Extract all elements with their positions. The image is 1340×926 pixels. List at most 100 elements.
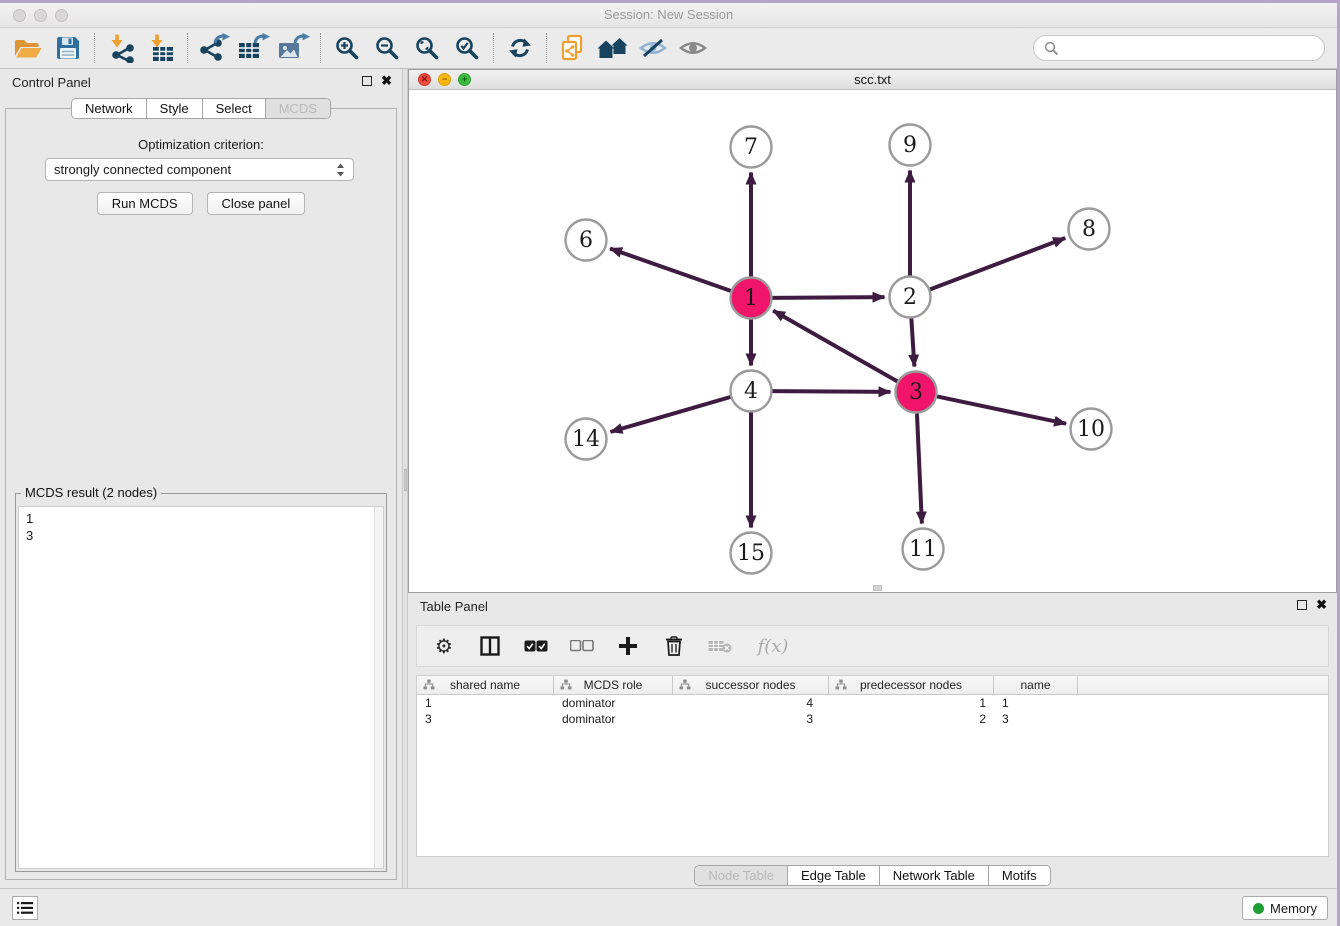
table-cell[interactable]: dominator: [554, 711, 673, 727]
close-panel-button[interactable]: Close panel: [207, 192, 306, 215]
close-panel-icon[interactable]: ✖: [381, 76, 392, 86]
select-all-columns-button[interactable]: [523, 631, 549, 661]
column-header-successor-nodes[interactable]: successor nodes: [673, 676, 829, 694]
zoom-selected-button[interactable]: [447, 31, 487, 65]
mcds-result-area[interactable]: 1 3: [18, 506, 384, 869]
hide-selected-button[interactable]: [633, 31, 673, 65]
graph-edge-3-11[interactable]: [917, 413, 922, 523]
hierarchy-icon: [835, 679, 847, 691]
export-table-button[interactable]: [234, 31, 274, 65]
table-row[interactable]: 1dominator411: [417, 695, 1328, 711]
table-cell[interactable]: 3: [994, 711, 1078, 727]
graph-edge-3-10[interactable]: [937, 396, 1066, 423]
export-image-button[interactable]: [274, 31, 314, 65]
optimization-criterion-value: strongly connected component: [54, 162, 336, 177]
delete-column-button[interactable]: [661, 631, 687, 661]
float-panel-icon[interactable]: [362, 76, 372, 86]
apply-layout-button[interactable]: [500, 31, 540, 65]
function-builder-button[interactable]: f(x): [753, 631, 793, 661]
table-cell[interactable]: dominator: [554, 695, 673, 711]
table-cell[interactable]: 3: [417, 711, 554, 727]
splitter-grip[interactable]: [404, 469, 407, 491]
float-table-panel-icon[interactable]: [1297, 600, 1307, 610]
control-panel: Control Panel ✖ NetworkStyleSelectMCDS O…: [0, 69, 402, 888]
show-columns-button[interactable]: [477, 631, 503, 661]
plus-icon: [619, 637, 637, 655]
close-table-panel-icon[interactable]: ✖: [1316, 600, 1327, 610]
tab-network[interactable]: Network: [72, 99, 146, 118]
tab-style[interactable]: Style: [146, 99, 202, 118]
column-header-predecessor-nodes[interactable]: predecessor nodes: [829, 676, 994, 694]
gear-icon: ⚙: [435, 636, 453, 656]
table-header: shared nameMCDS rolesuccessor nodesprede…: [417, 676, 1328, 695]
network-title: scc.txt: [409, 72, 1336, 87]
table-cell[interactable]: 1: [417, 695, 554, 711]
table-tab-node-table[interactable]: Node Table: [695, 866, 787, 885]
table-settings-button[interactable]: ⚙: [431, 631, 457, 661]
network-window-titlebar[interactable]: ✕ − + scc.txt: [409, 70, 1336, 90]
zoom-out-button[interactable]: [367, 31, 407, 65]
deselect-all-columns-button[interactable]: [569, 631, 595, 661]
memory-button[interactable]: Memory: [1242, 896, 1328, 920]
graph-edge-1-2[interactable]: [772, 297, 884, 298]
canvas-scroll-nub[interactable]: [873, 585, 882, 591]
fx-icon: f(x): [758, 636, 789, 657]
show-all-button[interactable]: [673, 31, 713, 65]
task-history-button[interactable]: [12, 896, 38, 920]
run-mcds-button[interactable]: Run MCDS: [97, 192, 193, 215]
first-neighbors-button[interactable]: [593, 31, 633, 65]
tab-mcds[interactable]: MCDS: [265, 99, 330, 118]
toolbar-separator: [94, 33, 95, 63]
table-panel: Table Panel ✖ ⚙: [408, 593, 1337, 888]
graph-node-label-1: 1: [744, 286, 758, 311]
create-column-button[interactable]: [615, 631, 641, 661]
graph-node-label-8: 8: [1082, 217, 1096, 242]
save-session-button[interactable]: [48, 31, 88, 65]
table-tab-edge-table[interactable]: Edge Table: [787, 866, 879, 885]
table-cell[interactable]: 1: [829, 695, 994, 711]
import-network-button[interactable]: [101, 31, 141, 65]
table-row[interactable]: 3dominator323: [417, 711, 1328, 727]
hierarchy-icon: [423, 679, 435, 691]
table-cell[interactable]: 1: [994, 695, 1078, 711]
zoom-fit-button[interactable]: [407, 31, 447, 65]
graph-node-label-3: 3: [909, 380, 923, 405]
graph-edge-4-3[interactable]: [772, 391, 890, 392]
graph-edge-1-6[interactable]: [610, 248, 731, 290]
tab-select[interactable]: Select: [202, 99, 265, 118]
zoom-in-button[interactable]: [327, 31, 367, 65]
network-canvas[interactable]: 7968124314101511: [409, 90, 1336, 592]
graph-edge-2-8[interactable]: [930, 238, 1065, 289]
checked-boxes-icon: [524, 640, 548, 652]
app-titlebar: Session: New Session: [0, 3, 1337, 28]
network-from-selection-button[interactable]: [553, 31, 593, 65]
delete-table-button[interactable]: [707, 631, 733, 661]
refresh-icon: [507, 36, 533, 60]
graph-edge-2-3[interactable]: [911, 318, 914, 366]
trash-icon: [665, 636, 683, 656]
graph-edge-4-14[interactable]: [610, 397, 730, 432]
mcds-panel: Optimization criterion: strongly connect…: [5, 108, 397, 880]
column-header-name[interactable]: name: [994, 676, 1078, 694]
graph-node-label-2: 2: [903, 285, 917, 310]
search-box[interactable]: [1033, 35, 1325, 61]
search-input[interactable]: [1065, 41, 1314, 56]
optimization-criterion-select[interactable]: strongly connected component: [45, 158, 354, 181]
table-tab-network-table[interactable]: Network Table: [879, 866, 988, 885]
table-cell[interactable]: 2: [829, 711, 994, 727]
column-header-shared-name[interactable]: shared name: [417, 676, 554, 694]
table-cell[interactable]: 4: [673, 695, 829, 711]
graph-edge-3-1[interactable]: [773, 311, 897, 382]
control-panel-tabs: NetworkStyleSelectMCDS: [71, 98, 331, 119]
result-scrollbar[interactable]: [374, 507, 383, 868]
table-cell[interactable]: 3: [673, 711, 829, 727]
column-header-mcds-role[interactable]: MCDS role: [554, 676, 673, 694]
open-session-button[interactable]: [8, 31, 48, 65]
zoom-in-icon: [334, 35, 360, 61]
export-network-button[interactable]: [194, 31, 234, 65]
table-tab-motifs[interactable]: Motifs: [988, 866, 1050, 885]
import-table-button[interactable]: [141, 31, 181, 65]
table-body: 1dominator4113dominator323: [417, 695, 1328, 727]
memory-status-icon: [1253, 903, 1264, 914]
table-panel-title: Table Panel: [420, 599, 488, 614]
